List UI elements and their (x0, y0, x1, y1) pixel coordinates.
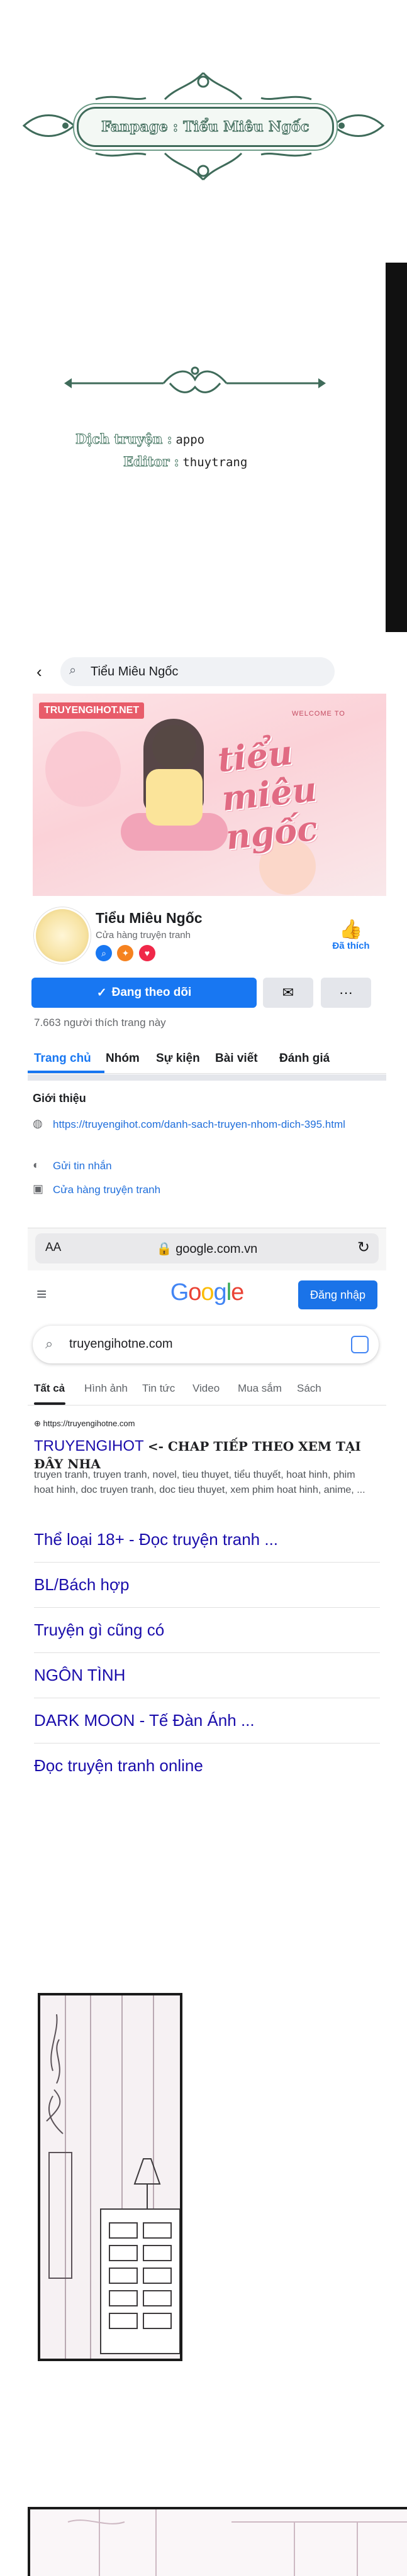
following-icon: ✓ (96, 986, 107, 1000)
facebook-page: ‹ ⌕ Tiểu Miêu Ngốc TRUYENGIHOT.NET WELCO… (28, 650, 386, 1228)
info-category[interactable]: ▣ Cửa hàng truyện tranh (28, 1182, 386, 1200)
result-url-text: https://truyengihotne.com (43, 1419, 135, 1428)
translator-row: Dịch truyện : appo (75, 431, 204, 447)
cover-title: tiểu miêu ngốc (215, 732, 320, 858)
cover-site-tag: TRUYENGIHOT.NET (39, 702, 145, 719)
google-tabs: Tất cả Hình ảnh Tin tức Video Mua sắm Sá… (28, 1377, 386, 1405)
more-button[interactable]: ··· (321, 978, 371, 1008)
sitelink[interactable]: Đọc truyện tranh online (34, 1743, 380, 1788)
search-icon: ⌕ (69, 663, 77, 677)
facebook-search-field[interactable]: ⌕ Tiểu Miêu Ngốc (60, 657, 335, 686)
globe-icon: ◍ (33, 1117, 43, 1130)
liked-button[interactable]: 👍 Đã thích (326, 919, 376, 951)
sitelink[interactable]: Thể loại 18+ - Đọc truyện tranh ... (34, 1517, 380, 1563)
page-badges: ⌕ ✦ ♥ (96, 945, 158, 961)
google-search-field[interactable]: ⌕ truyengihotne.com (33, 1326, 379, 1363)
website-link[interactable]: https://truyengihot.com/danh-sach-truyen… (53, 1117, 367, 1132)
tab-books[interactable]: Sách (297, 1382, 321, 1395)
sitelink[interactable]: DARK MOON - Tế Đàn Ánh ... (34, 1698, 380, 1744)
fanpage-banner: Fanpage : Tiểu Miêu Ngốc (20, 68, 387, 185)
page-category: Cửa hàng truyện tranh (96, 930, 191, 941)
tab-images[interactable]: Hình ảnh (84, 1382, 128, 1395)
tab-all[interactable]: Tất cả (34, 1382, 65, 1395)
url-field[interactable]: AA 🔒 google.com.vn ↻ (35, 1233, 379, 1263)
back-arrow-icon[interactable]: ‹ (36, 662, 42, 682)
sitelink[interactable]: BL/Bách hợp (34, 1562, 380, 1608)
dark-side-bar (386, 263, 407, 632)
credits-block: Dịch truyện : appo Editor : thuytrang (63, 364, 327, 509)
reload-icon[interactable]: ↻ (357, 1238, 370, 1257)
divider-ornament-icon (64, 366, 326, 393)
search-badge-icon: ⌕ (96, 945, 112, 961)
category-link[interactable]: Cửa hàng truyện tranh (53, 1182, 160, 1198)
result-title-text: TRUYENGIHOT (34, 1438, 144, 1454)
translator-label: Dịch truyện : (75, 431, 172, 447)
shop-icon: ▣ (33, 1182, 44, 1195)
section-separator (28, 1074, 386, 1081)
cover-decor (45, 731, 121, 807)
url-text: 🔒 google.com.vn (156, 1242, 258, 1256)
cover-welcome: WELCOME TO (292, 710, 345, 718)
editor-name: thuytrang (182, 456, 248, 469)
room-illustration-icon (30, 2509, 407, 2576)
facebook-topbar: ‹ ⌕ Tiểu Miêu Ngốc (28, 650, 386, 694)
tab-video[interactable]: Video (192, 1382, 220, 1395)
fire-badge-icon: ✦ (117, 945, 134, 961)
translator-name: appo (176, 433, 205, 447)
active-tab-indicator (28, 1071, 104, 1073)
message-button[interactable]: ✉ (263, 978, 313, 1008)
fanpage-text: Fanpage : Tiểu Miêu Ngốc (101, 118, 310, 135)
comic-panel-bottom (28, 2507, 407, 2576)
following-button[interactable]: ✓ Đang theo dõi (31, 978, 257, 1008)
liked-label: Đã thích (332, 941, 370, 951)
likes-count: 7.663 người thích trang này (34, 1017, 166, 1029)
sitelink[interactable]: NGÔN TÌNH (34, 1652, 380, 1698)
editor-row: Editor : thuytrang (123, 454, 248, 470)
comic-panel-room (38, 1993, 182, 2361)
lens-camera-icon[interactable] (351, 1336, 369, 1353)
sign-in-button[interactable]: Đăng nhập (298, 1280, 377, 1309)
more-icon: ··· (339, 985, 353, 1000)
url-domain: google.com.vn (176, 1242, 258, 1256)
thumbs-up-icon: 👍 (339, 919, 363, 940)
tab-groups[interactable]: Nhóm (106, 1052, 140, 1066)
result-snippet: truyen tranh, truyen tranh, novel, tieu … (34, 1470, 365, 1495)
send-message-link[interactable]: Gửi tin nhắn (53, 1159, 112, 1174)
heart-badge-icon: ♥ (138, 945, 155, 961)
messenger-icon: ✉ (282, 985, 294, 1000)
tab-reviews[interactable]: Đánh giá (279, 1052, 330, 1066)
tab-events[interactable]: Sự kiện (156, 1052, 200, 1066)
following-label: Đang theo dõi (111, 986, 192, 999)
info-message[interactable]: ◐ Gửi tin nhắn (28, 1159, 386, 1176)
page-name[interactable]: Tiểu Miêu Ngốc (96, 910, 203, 927)
cover-character-body (146, 769, 203, 826)
fanpage-plate: Fanpage : Tiểu Miêu Ngốc (77, 107, 334, 147)
tab-shopping[interactable]: Mua sắm (238, 1382, 282, 1395)
google-query: truyengihotne.com (69, 1337, 173, 1351)
google-results-page: ≡ Google Đăng nhập ⌕ truyengihotne.com T… (28, 1270, 386, 1831)
page-avatar[interactable] (34, 907, 91, 964)
tab-home[interactable]: Trang chủ (34, 1052, 91, 1066)
browser-address-bar: AA 🔒 google.com.vn ↻ (28, 1228, 386, 1271)
editor-label: Editor : (123, 454, 180, 470)
search-icon: ⌕ (45, 1336, 53, 1351)
tab-posts[interactable]: Bài viết (215, 1052, 258, 1066)
page-info: Tiểu Miêu Ngốc Cửa hàng truyện tranh ⌕ ✦… (28, 896, 386, 1228)
page-tabs: Trang chủ Nhóm Sự kiện Bài viết Đánh giá (28, 1043, 386, 1074)
messenger-icon: ◐ (33, 1159, 40, 1171)
sitelink[interactable]: Truyện gì cũng có (34, 1607, 380, 1653)
room-illustration-icon (40, 1995, 180, 2359)
intro-title: Giới thiệu (33, 1092, 86, 1105)
tab-news[interactable]: Tin tức (142, 1382, 175, 1395)
cover-photo[interactable]: TRUYENGIHOT.NET WELCOME TO tiểu miêu ngố… (33, 694, 386, 896)
phone-screenshot: ‹ ⌕ Tiểu Miêu Ngốc TRUYENGIHOT.NET WELCO… (28, 650, 386, 1831)
info-website[interactable]: ◍ https://truyengihot.com/danh-sach-truy… (28, 1117, 386, 1152)
facebook-search-text: Tiểu Miêu Ngốc (91, 665, 179, 679)
active-tab-indicator (34, 1402, 65, 1405)
result-url[interactable]: ⊕ https://truyengihotne.com (34, 1419, 135, 1429)
